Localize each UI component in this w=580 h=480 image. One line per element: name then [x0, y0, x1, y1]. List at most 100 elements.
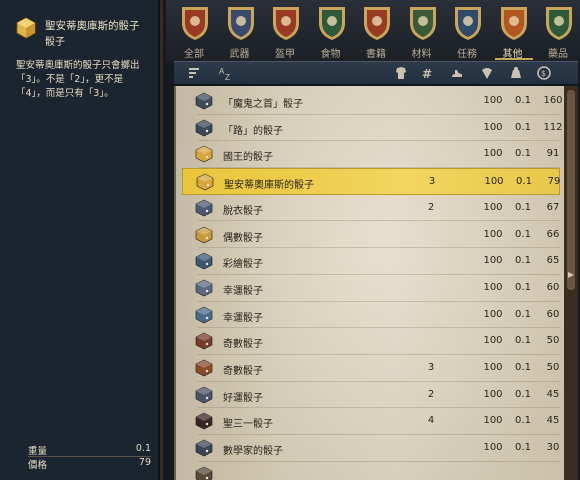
die-icon — [195, 146, 213, 163]
quantity-hash-icon[interactable]: # — [419, 65, 435, 81]
item-condition: 100 — [483, 415, 503, 427]
item-name: 奇數骰子 — [223, 366, 263, 377]
item-description: 聖安蒂奧庫斯的骰子只會擲出「3」。不是「2」，更不是「4」，而是只有「3」。 — [16, 60, 140, 99]
category-label: 材料 — [411, 49, 432, 60]
item-row[interactable]: 彩繪骰子 100 0.1 65 — [182, 248, 560, 275]
category-tab-6[interactable]: 任務 — [447, 0, 487, 62]
item-weight: 0.1 — [515, 255, 531, 267]
item-weight: 0.1 — [515, 415, 531, 427]
scrollbar-thumb[interactable] — [567, 90, 575, 290]
item-detail-panel: 聖安蒂奧庫斯的骰子 骰子 聖安蒂奧庫斯的骰子只會擲出「3」。不是「2」，更不是「… — [0, 0, 163, 480]
item-condition: 100 — [483, 121, 503, 133]
die-icon — [195, 466, 213, 480]
svg-text:$: $ — [541, 69, 546, 78]
item-weight: 0.1 — [515, 362, 531, 373]
item-weight: 0.1 — [515, 388, 531, 400]
sort-icon[interactable] — [186, 65, 202, 81]
item-list: 「魔鬼之首」骰子 100 0.1 160 「路」的骰子 100 0.1 112 國王的骰子 100… — [174, 86, 578, 480]
item-weight: 0.1 — [515, 121, 531, 133]
item-name: 「魔鬼之首」骰子 — [223, 99, 303, 110]
category-label: 其他 — [502, 49, 523, 60]
type-icon[interactable] — [393, 65, 409, 81]
selected-item-row[interactable]: 聖安蒂奧庫斯的骰子 3 100 0.1 79 — [182, 168, 560, 195]
item-name: 幸運骰子 — [223, 285, 263, 297]
item-weight: 0.1 — [516, 176, 532, 188]
item-condition: 100 — [483, 281, 503, 293]
item-condition: 100 — [483, 148, 503, 160]
scrollbar[interactable]: ▶ — [564, 86, 578, 480]
item-condition: 100 — [483, 308, 503, 320]
item-condition: 100 — [483, 388, 503, 400]
item-row[interactable]: 偶數骰子 100 0.1 66 — [182, 222, 560, 249]
category-label: 任務 — [457, 49, 477, 60]
item-row[interactable]: 脫衣骰子 2 100 0.1 67 — [182, 195, 560, 222]
die-icon — [195, 386, 213, 404]
item-weight: 0.1 — [515, 95, 531, 106]
materials-shield-icon — [409, 7, 436, 40]
item-weight: 0.1 — [515, 335, 531, 347]
category-tab-5[interactable]: 材料 — [402, 0, 442, 62]
item-quantity: 3 — [427, 362, 435, 373]
item-row[interactable]: 數學家的骰子 100 0.1 30 — [182, 435, 560, 462]
item-name: 數學家的骰子 — [223, 446, 283, 458]
item-name: 國王的骰子 — [223, 152, 273, 164]
die-icon — [196, 173, 214, 191]
weight-value: 0.1 — [135, 443, 151, 454]
item-row[interactable]: 幸運骰子 100 0.1 60 — [182, 302, 560, 329]
category-label: 武器 — [229, 49, 250, 60]
item-title: 聖安蒂奧庫斯的骰子 — [45, 20, 140, 32]
die-icon — [195, 359, 213, 377]
alphabetical-sort-icon[interactable]: A Z — [218, 65, 234, 81]
category-tab-1[interactable]: 武器 — [220, 0, 260, 62]
item-name: 聖安蒂奧庫斯的骰子 — [224, 180, 314, 192]
category-label: 藥品 — [548, 49, 568, 60]
item-quantity: 2 — [427, 388, 435, 400]
item-name: 彩繪骰子 — [223, 259, 263, 271]
item-row[interactable]: 「魔鬼之首」骰子 100 0.1 160 — [182, 88, 563, 115]
category-tab-8[interactable]: 藥品 — [538, 0, 578, 62]
category-tab-2[interactable]: 盔甲 — [265, 0, 305, 62]
item-condition: 100 — [483, 201, 503, 213]
item-name: 聖三一骰子 — [223, 419, 273, 431]
category-tab-0[interactable]: 全部 — [174, 0, 214, 62]
value-icon[interactable]: $ — [536, 65, 552, 81]
item-condition: 100 — [483, 362, 503, 373]
item-row[interactable] — [182, 462, 560, 480]
item-name: 「路」的骰子 — [223, 125, 283, 137]
misc-shield-icon — [500, 7, 527, 40]
category-label: 盔甲 — [275, 49, 295, 60]
item-name: 幸運骰子 — [223, 312, 263, 324]
item-row[interactable]: 聖三一骰子 4 100 0.1 45 — [182, 408, 560, 436]
category-tab-bar: 全部 武器 盔甲 食物 書籍 材料 任務 其他 藥品 — [166, 0, 580, 62]
condition-icon[interactable] — [449, 65, 465, 81]
price-icon[interactable] — [508, 65, 524, 81]
item-weight: 0.1 — [515, 228, 531, 240]
svg-text:Z: Z — [225, 73, 230, 81]
die-icon — [195, 306, 213, 323]
item-row[interactable]: 奇數骰子 3 100 0.1 50 — [182, 355, 560, 382]
category-tab-4[interactable]: 書籍 — [356, 0, 396, 62]
die-icon — [195, 119, 213, 137]
item-row[interactable]: 國王的骰子 100 0.1 91 — [182, 141, 560, 169]
die-icon — [195, 199, 213, 217]
item-condition: 100 — [483, 335, 503, 347]
weapons-shield-icon — [227, 7, 254, 40]
die-icon — [195, 413, 213, 430]
item-row[interactable]: 「路」的骰子 100 0.1 112 — [182, 115, 563, 142]
item-name: 好運骰子 — [223, 392, 263, 404]
item-row[interactable]: 幸運骰子 100 0.1 60 — [182, 275, 560, 302]
category-tab-3[interactable]: 食物 — [311, 0, 351, 62]
die-icon — [195, 332, 213, 350]
quest-shield-icon — [455, 7, 481, 40]
food-shield-icon — [318, 7, 345, 40]
item-row[interactable]: 好運骰子 2 100 0.1 45 — [182, 382, 560, 409]
item-row[interactable]: 奇數骰子 100 0.1 50 — [182, 328, 560, 355]
category-tab-7[interactable]: 其他 — [493, 0, 533, 62]
item-condition: 100 — [484, 176, 504, 188]
category-label: 書籍 — [366, 49, 386, 60]
item-quantity: 4 — [427, 415, 435, 427]
die-icon — [195, 226, 213, 243]
weight-icon[interactable] — [479, 65, 495, 81]
item-name: 脫衣骰子 — [223, 205, 263, 217]
die-icon — [195, 279, 213, 297]
